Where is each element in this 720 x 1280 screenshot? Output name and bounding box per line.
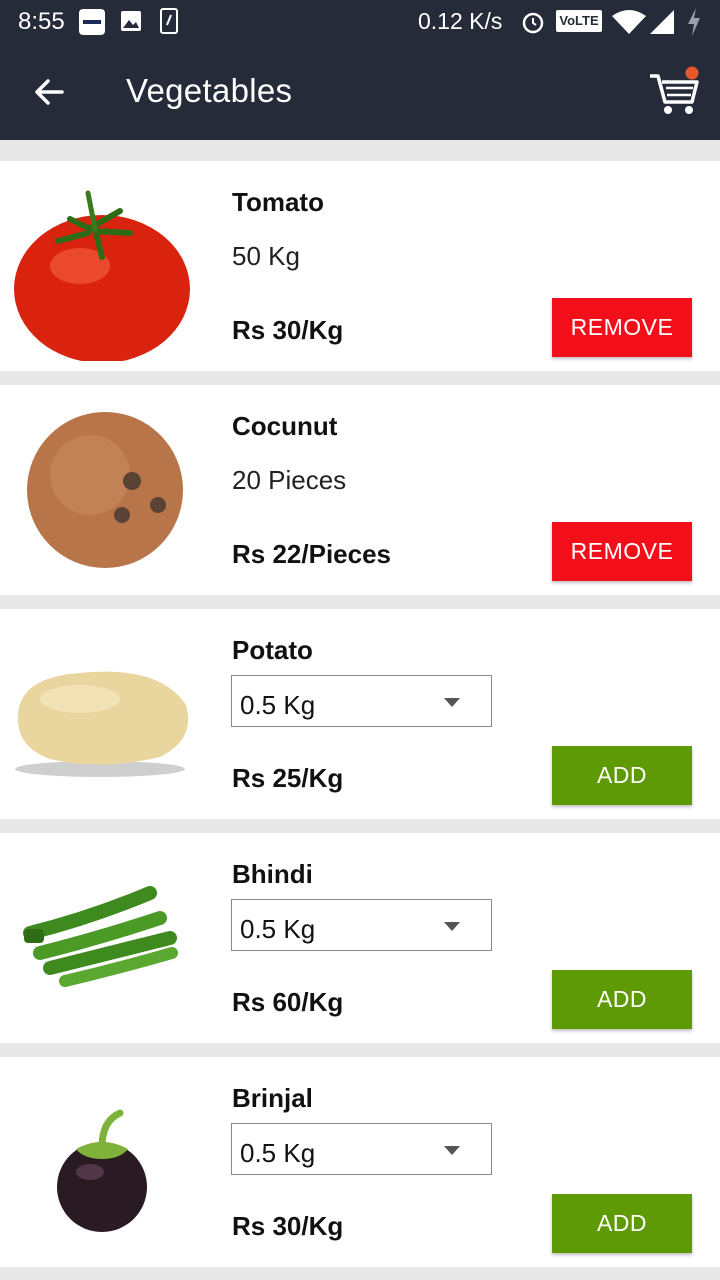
cart-badge [685,66,699,80]
alarm-icon [522,12,544,34]
product-card-bhindi: Bhindi 0.5 Kg Rs 60/Kg ADD [0,833,720,1043]
add-button[interactable]: ADD [552,746,692,805]
quantity-dropdown[interactable]: 0.5 Kg [231,1123,492,1175]
arrow-left-icon[interactable] [30,72,70,112]
chevron-down-icon [444,922,460,931]
coconut-image [27,412,183,568]
product-price: Rs 60/Kg [232,987,344,1017]
quantity-dropdown-value: 0.5 Kg [240,690,316,720]
quantity-dropdown[interactable]: 0.5 Kg [231,899,492,951]
product-price: Rs 22/Pieces [232,539,392,569]
product-price: Rs 30/Kg [232,315,344,345]
shopping-cart-icon[interactable] [646,64,702,120]
status-time: 8:55 [18,8,65,35]
add-button[interactable]: ADD [552,1194,692,1253]
app-bar: Vegetables [0,44,720,140]
product-card-brinjal: Brinjal 0.5 Kg Rs 30/Kg ADD [0,1057,720,1267]
product-name: Tomato [232,187,324,217]
quantity-dropdown-value: 0.5 Kg [240,1138,316,1168]
paytm-icon [79,9,105,35]
remove-button[interactable]: REMOVE [552,522,692,581]
product-name: Potato [232,635,313,665]
status-bar: 8:55 0.12 K/s VoLTE [0,0,720,44]
product-name: Bhindi [232,859,313,889]
product-name: Brinjal [232,1083,313,1113]
quantity-dropdown[interactable]: 0.5 Kg [231,675,492,727]
volte-icon: VoLTE [556,10,602,32]
image-icon [121,11,141,31]
signal-icon [650,10,674,34]
product-price: Rs 25/Kg [232,763,344,793]
product-card-potato: Potato 0.5 Kg Rs 25/Kg ADD [0,609,720,819]
product-card-tomato: Tomato 50 Kg Rs 30/Kg REMOVE [0,161,720,371]
potato-image [15,671,189,777]
brinjal-image [57,1109,147,1232]
okra-image [23,886,178,987]
chevron-down-icon [444,698,460,707]
wifi-icon [612,10,646,34]
remove-button[interactable]: REMOVE [552,298,692,357]
chevron-down-icon [444,1146,460,1155]
product-quantity: 50 Kg [232,241,300,271]
product-card-coconut: Cocunut 20 Pieces Rs 22/Pieces REMOVE [0,385,720,595]
add-button[interactable]: ADD [552,970,692,1029]
product-name: Cocunut [232,411,338,441]
tomato-image [14,190,190,361]
page-title: Vegetables [126,72,293,109]
product-quantity: 20 Pieces [232,465,347,495]
charging-icon [688,8,700,36]
quantity-dropdown-value: 0.5 Kg [240,914,316,944]
phone-icon [160,8,178,34]
product-price: Rs 30/Kg [232,1211,344,1241]
network-rate: 0.12 K/s [418,8,503,34]
